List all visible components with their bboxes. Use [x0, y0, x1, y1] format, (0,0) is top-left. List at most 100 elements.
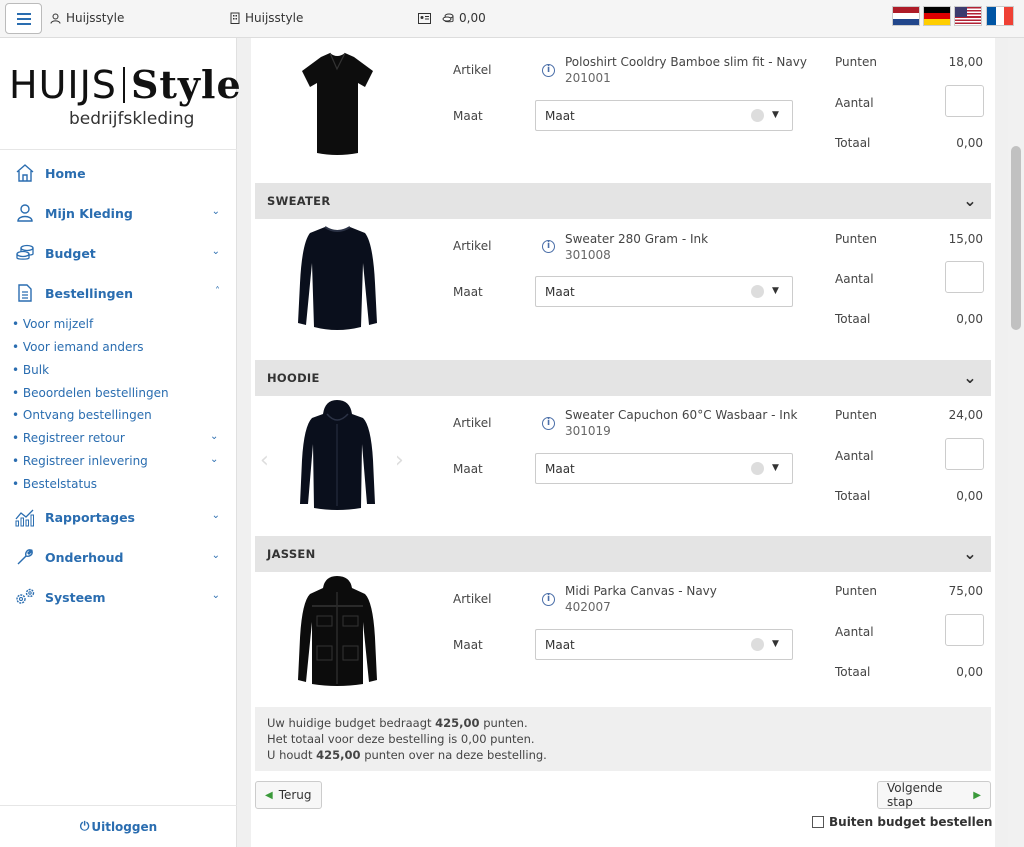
product-row: ‹ › Artikel i Sweater Capuchon 60°C Wasb… — [255, 396, 991, 536]
size-select[interactable]: Maat ▼ — [535, 100, 793, 131]
gears-icon — [14, 586, 36, 608]
summary-budget-line: Uw huidige budget bedraagt 425,00 punten… — [267, 716, 528, 730]
chevron-down-icon: ⌄ — [211, 510, 220, 521]
sidebar-subitem-voor-iemand-anders[interactable]: • Voor iemand anders — [12, 340, 144, 354]
sidebar-item-systeem[interactable]: Systeem ⌄ — [14, 586, 224, 608]
sidebar-item-rapportages[interactable]: Rapportages ⌄ — [14, 506, 224, 528]
hoodie-image — [300, 400, 375, 510]
company-indicator[interactable]: Huijsstyle — [230, 11, 303, 25]
carousel-next-icon[interactable]: › — [395, 448, 404, 473]
outside-budget-option[interactable]: Buiten budget bestellen — [812, 815, 992, 829]
product-name: Sweater Capuchon 60°C Wasbaar - Ink — [565, 408, 798, 422]
arrow-right-icon: ▶ — [973, 789, 981, 801]
chevron-down-icon: ⌄ — [211, 550, 220, 561]
sidebar-item-budget[interactable]: Budget ⌄ — [14, 242, 224, 264]
back-button[interactable]: ◀ Terug — [255, 781, 322, 809]
size-select[interactable]: Maat ▼ — [535, 629, 793, 660]
punten-value: 15,00 — [948, 232, 983, 246]
section-header-hoodie[interactable]: HOODIE ⌄ — [255, 360, 991, 396]
scrollbar-thumb[interactable] — [1011, 146, 1021, 330]
caret-down-icon: ▼ — [772, 463, 779, 473]
building-icon — [230, 12, 240, 24]
coins-icon — [442, 13, 454, 22]
carousel-prev-icon[interactable]: ‹ — [260, 448, 269, 473]
artikel-label: Artikel — [453, 416, 492, 430]
sidebar-subitem-bestelstatus[interactable]: • Bestelstatus — [12, 477, 97, 491]
scrollbar[interactable] — [1008, 38, 1024, 847]
sidebar-subitem-beoordelen-bestellingen[interactable]: • Beoordelen bestellingen — [12, 386, 169, 400]
chevron-down-icon: ⌄ — [211, 206, 220, 217]
outside-budget-checkbox[interactable] — [812, 816, 824, 828]
balance-value: 0,00 — [459, 11, 486, 25]
next-step-button[interactable]: Volgende stap ▶ — [877, 781, 991, 809]
sidebar-subitem-registreer-retour[interactable]: • Registreer retour ⌄ — [12, 431, 224, 445]
us-flag-icon[interactable] — [954, 6, 982, 26]
quantity-input[interactable] — [945, 614, 984, 646]
quantity-input[interactable] — [945, 438, 984, 470]
summary-remaining-line: U houdt 425,00 punten over na deze beste… — [267, 748, 547, 762]
sidebar-subitem-bulk[interactable]: • Bulk — [12, 363, 49, 377]
user-indicator[interactable]: Huijsstyle — [50, 11, 124, 25]
logo[interactable]: HUIJS Style bedrijfskleding — [0, 38, 241, 150]
caret-down-icon: ▼ — [772, 110, 779, 120]
punten-label: Punten — [835, 232, 877, 246]
logo-subtitle: bedrijfskleding — [69, 109, 195, 129]
info-icon[interactable]: i — [542, 240, 555, 253]
totaal-value: 0,00 — [956, 489, 983, 503]
fr-flag-icon[interactable] — [986, 6, 1014, 26]
nl-flag-icon[interactable] — [892, 6, 920, 26]
arrow-left-icon: ◀ — [265, 789, 273, 801]
punten-label: Punten — [835, 408, 877, 422]
id-card-icon — [418, 12, 431, 24]
totaal-label: Totaal — [835, 136, 871, 150]
hamburger-menu-button[interactable] — [5, 3, 42, 34]
de-flag-icon[interactable] — [923, 6, 951, 26]
quantity-input[interactable] — [945, 261, 984, 293]
punten-label: Punten — [835, 584, 877, 598]
aantal-label: Aantal — [835, 625, 874, 639]
maat-label: Maat — [453, 109, 483, 123]
product-row: Artikel i Sweater 280 Gram - Ink 301008 … — [255, 219, 991, 359]
product-row: Artikel i Poloshirt Cooldry Bamboe slim … — [255, 43, 991, 183]
totaal-label: Totaal — [835, 665, 871, 679]
home-icon — [14, 162, 36, 184]
status-dot-icon — [751, 109, 764, 122]
product-row: Artikel i Midi Parka Canvas - Navy 40200… — [255, 572, 991, 712]
chevron-down-icon[interactable]: ⌄ — [963, 544, 977, 563]
aantal-label: Aantal — [835, 272, 874, 286]
maat-label: Maat — [453, 638, 483, 652]
artikel-label: Artikel — [453, 239, 492, 253]
logout-button[interactable]: ⏻ Uitloggen — [0, 805, 237, 847]
info-icon[interactable]: i — [542, 593, 555, 606]
sidebar-subitem-voor-mijzelf[interactable]: • Voor mijzelf — [12, 317, 93, 331]
maat-label: Maat — [453, 285, 483, 299]
chevron-down-icon[interactable]: ⌄ — [963, 368, 977, 387]
size-select[interactable]: Maat ▼ — [535, 276, 793, 307]
quantity-input[interactable] — [945, 85, 984, 117]
punten-value: 18,00 — [948, 55, 983, 69]
chart-icon — [14, 506, 36, 528]
product-code: 402007 — [565, 600, 611, 614]
chevron-up-icon: ˄ — [215, 286, 220, 297]
product-code: 301019 — [565, 424, 611, 438]
chevron-down-icon[interactable]: ⌄ — [963, 191, 977, 210]
section-header-jassen[interactable]: JASSEN ⌄ — [255, 536, 991, 572]
status-dot-icon — [751, 462, 764, 475]
sidebar-item-home[interactable]: Home — [14, 162, 224, 184]
summary-total-line: Het totaal voor deze bestelling is 0,00 … — [267, 732, 535, 746]
sidebar-subitem-ontvang-bestellingen[interactable]: • Ontvang bestellingen — [12, 408, 152, 422]
company-name: Huijsstyle — [245, 11, 304, 25]
caret-down-icon: ▼ — [772, 286, 779, 296]
aantal-label: Aantal — [835, 96, 874, 110]
section-header-sweater[interactable]: SWEATER ⌄ — [255, 183, 991, 219]
sidebar-item-onderhoud[interactable]: Onderhoud ⌄ — [14, 546, 224, 568]
sidebar-item-bestellingen[interactable]: Bestellingen ˄ — [14, 282, 224, 304]
sidebar-item-mijn-kleding[interactable]: Mijn Kleding ⌄ — [14, 202, 224, 224]
totaal-value: 0,00 — [956, 312, 983, 326]
user-icon — [50, 13, 61, 24]
product-name: Midi Parka Canvas - Navy — [565, 584, 717, 598]
size-select[interactable]: Maat ▼ — [535, 453, 793, 484]
info-icon[interactable]: i — [542, 64, 555, 77]
sidebar-subitem-registreer-inlevering[interactable]: • Registreer inlevering ⌄ — [12, 454, 224, 468]
info-icon[interactable]: i — [542, 417, 555, 430]
